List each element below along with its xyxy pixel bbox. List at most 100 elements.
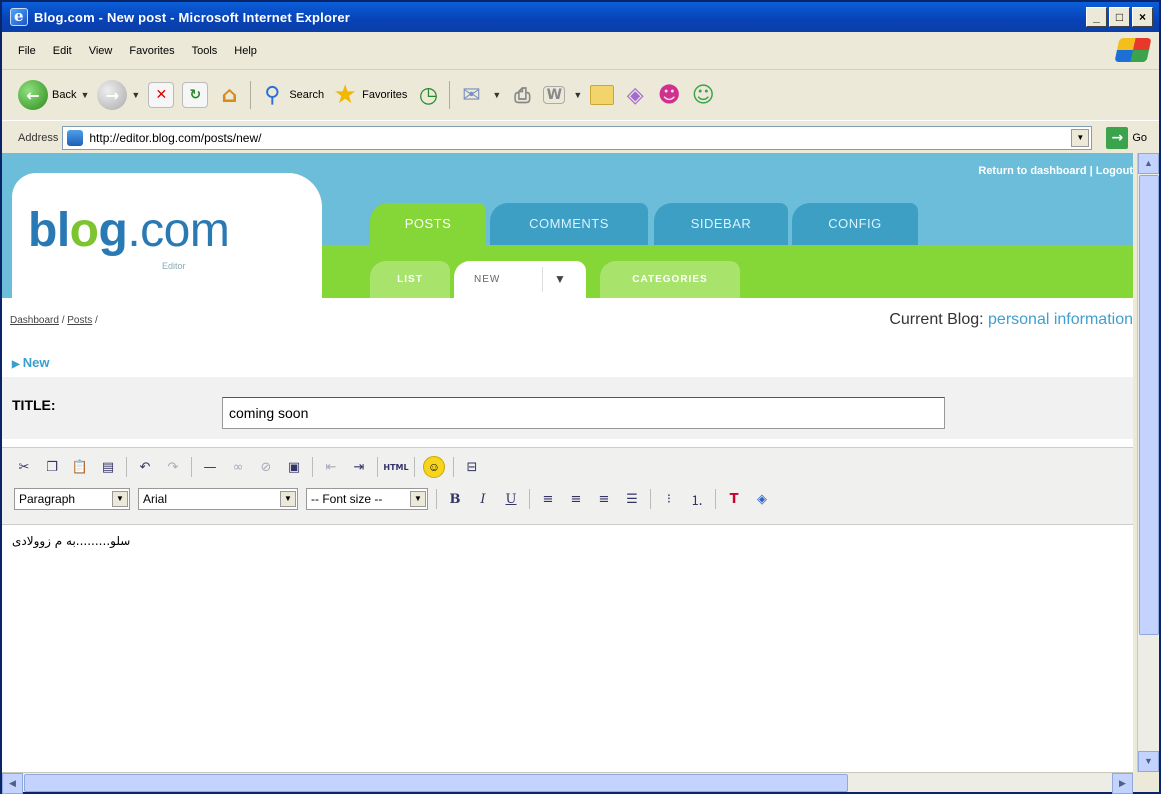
editor-separator [414, 457, 415, 477]
subtab-list[interactable]: LIST [370, 261, 450, 298]
tab-comments[interactable]: COMMENTS [490, 203, 648, 245]
favorites-button[interactable]: ★ Favorites [332, 80, 408, 110]
subtab-categories[interactable]: CATEGORIES [600, 261, 740, 298]
redo-icon[interactable]: ↷ [163, 457, 183, 477]
align-center-icon[interactable]: ≡ [566, 489, 586, 509]
subtab-new[interactable]: NEW ▼ [454, 261, 586, 298]
menu-tools[interactable]: Tools [192, 45, 218, 57]
tab-posts[interactable]: POSTS [370, 203, 486, 245]
window-controls: _ □ × [1086, 7, 1153, 27]
background-color-icon[interactable]: ◈ [752, 489, 772, 509]
mail-icon[interactable]: ✉ [458, 82, 484, 108]
paste-icon[interactable]: 📋 [70, 457, 90, 477]
menu-edit[interactable]: Edit [53, 45, 72, 57]
history-icon[interactable]: ◷ [415, 82, 441, 108]
forward-button[interactable]: → ▼ [97, 80, 140, 110]
unlink-icon[interactable]: ⊘ [256, 457, 276, 477]
horizontal-scrollbar[interactable]: ◀ ▶ [2, 772, 1133, 794]
current-blog: Current Blog: personal information [889, 311, 1133, 329]
chevron-down-icon[interactable]: ▼ [554, 261, 567, 298]
scroll-right-icon[interactable]: ▶ [1112, 773, 1133, 794]
top-links[interactable]: Return to dashboard | Logout [978, 165, 1133, 177]
title-input[interactable]: coming soon [222, 397, 945, 429]
font-select[interactable]: Arial ▼ [138, 488, 298, 510]
address-input[interactable]: http://editor.blog.com/posts/new/ ▼ [62, 125, 1093, 150]
editor-toolbar-row-2: Paragraph ▼ Arial ▼ -- Font size -- ▼ B … [14, 488, 772, 510]
mail-dropdown-icon[interactable]: ▼ [492, 90, 501, 100]
menu-help[interactable]: Help [234, 45, 257, 57]
edit-dropdown-icon[interactable]: ▼ [573, 90, 582, 100]
logo-card: blog.com Editor [12, 173, 322, 298]
align-right-icon[interactable]: ≡ [594, 489, 614, 509]
site-logo[interactable]: blog.com [28, 203, 230, 258]
editor-body-text: سلو.........به م زوولادی [12, 534, 131, 548]
copy-icon[interactable]: ❐ [42, 457, 62, 477]
go-button[interactable]: → Go [1106, 126, 1147, 149]
section-title-label: New [22, 355, 50, 370]
scroll-left-icon[interactable]: ◀ [2, 773, 23, 794]
vertical-scroll-thumb[interactable] [1139, 175, 1159, 635]
editor-content-area[interactable]: سلو.........به م زوولادی [2, 526, 1133, 772]
stop-icon[interactable]: ✕ [148, 82, 175, 108]
back-button[interactable]: ← Back ▼ [18, 80, 89, 110]
editor-separator [453, 457, 454, 477]
align-left-icon[interactable]: ≡ [538, 489, 558, 509]
minimize-button[interactable]: _ [1086, 7, 1107, 27]
logo-subtitle: Editor [162, 261, 186, 271]
menu-view[interactable]: View [89, 45, 113, 57]
refresh-icon[interactable]: ↻ [182, 82, 209, 108]
search-button[interactable]: ⚲ Search [259, 82, 324, 108]
undo-icon[interactable]: ↶ [135, 457, 155, 477]
underline-icon[interactable]: U [501, 489, 521, 509]
forward-dropdown-icon[interactable]: ▼ [131, 90, 140, 100]
font-size-select[interactable]: -- Font size -- ▼ [306, 488, 428, 510]
home-icon[interactable]: ⌂ [216, 82, 242, 108]
print-icon[interactable]: ⎙ [509, 82, 535, 108]
format-select[interactable]: Paragraph ▼ [14, 488, 130, 510]
tab-sidebar[interactable]: SIDEBAR [654, 203, 788, 245]
font-dropdown-icon: ▼ [280, 491, 296, 507]
image-icon[interactable]: ▣ [284, 457, 304, 477]
outdent-icon[interactable]: ⇤ [321, 457, 341, 477]
logo-text-part: bl [28, 204, 70, 257]
italic-icon[interactable]: I [473, 489, 493, 509]
people-icon[interactable]: ☺ [690, 82, 716, 108]
page-viewport: blog.com Editor Return to dashboard | Lo… [2, 153, 1133, 772]
breadcrumb-posts[interactable]: Posts [67, 315, 92, 326]
editor-toolbar: ✂ ❐ 📋 ▤ ↶ ↷ — ∞ ⊘ ▣ ⇤ ⇥ HTML ☺ ⊟ Paragra… [2, 447, 1133, 525]
text-color-icon[interactable]: T [724, 489, 744, 509]
messenger-icon[interactable]: ☻ [656, 82, 682, 108]
bullet-list-icon[interactable]: ⁝ [659, 489, 679, 509]
horizontal-scroll-thumb[interactable] [24, 774, 848, 792]
align-justify-icon[interactable]: ☰ [622, 489, 642, 509]
paste-word-icon[interactable]: ▤ [98, 457, 118, 477]
editor-separator [650, 489, 651, 509]
address-dropdown-icon[interactable]: ▼ [1071, 128, 1090, 147]
indent-icon[interactable]: ⇥ [349, 457, 369, 477]
numbered-list-icon[interactable]: ⒈ [687, 489, 707, 509]
breadcrumb-dashboard[interactable]: Dashboard [10, 315, 59, 326]
vertical-scrollbar[interactable]: ▲ ▼ [1137, 153, 1159, 772]
address-bar: Address http://editor.blog.com/posts/new… [2, 120, 1159, 154]
link-icon[interactable]: ∞ [228, 457, 248, 477]
page-break-icon[interactable]: ⊟ [462, 457, 482, 477]
subtab-new-label: NEW [474, 274, 501, 285]
back-dropdown-icon[interactable]: ▼ [80, 90, 89, 100]
maximize-button[interactable]: □ [1109, 7, 1130, 27]
smiley-icon[interactable]: ☺ [423, 456, 445, 478]
tab-config[interactable]: CONFIG [792, 203, 918, 245]
bold-icon[interactable]: B [445, 489, 465, 509]
menu-file[interactable]: File [18, 45, 36, 57]
scroll-up-icon[interactable]: ▲ [1138, 153, 1159, 174]
edit-icon[interactable]: W [543, 86, 566, 104]
horizontal-rule-icon[interactable]: — [200, 457, 220, 477]
close-button[interactable]: × [1132, 7, 1153, 27]
folder-icon[interactable] [590, 85, 615, 105]
html-source-icon[interactable]: HTML [383, 457, 408, 477]
research-icon[interactable]: ◈ [622, 82, 648, 108]
font-select-value: Arial [143, 492, 168, 506]
menu-favorites[interactable]: Favorites [129, 45, 174, 57]
current-blog-name[interactable]: personal information [988, 311, 1133, 328]
scroll-down-icon[interactable]: ▼ [1138, 751, 1159, 772]
cut-icon[interactable]: ✂ [14, 457, 34, 477]
